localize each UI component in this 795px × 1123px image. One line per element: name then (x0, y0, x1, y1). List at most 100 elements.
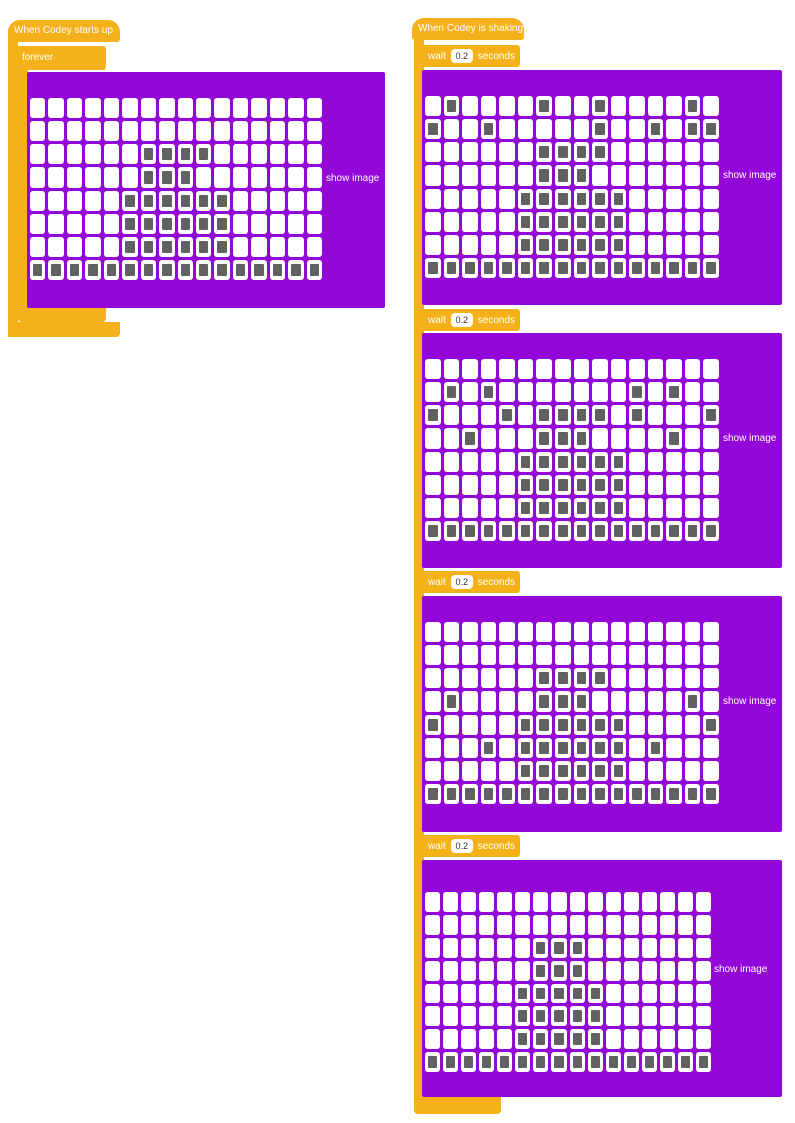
led-pixel-on[interactable] (623, 1052, 639, 1072)
led-pixel-off[interactable] (499, 760, 515, 781)
led-pixel-off[interactable] (647, 211, 664, 232)
led-pixel-off[interactable] (647, 359, 664, 380)
led-pixel-off[interactable] (425, 474, 441, 495)
led-pixel-on[interactable] (554, 737, 571, 758)
led-pixel-off[interactable] (85, 121, 101, 142)
led-pixel-on[interactable] (103, 259, 120, 280)
led-pixel-off[interactable] (195, 167, 212, 188)
led-pixel-on[interactable] (461, 1052, 477, 1072)
led-pixel-on[interactable] (554, 783, 571, 804)
led-pixel-off[interactable] (462, 645, 478, 666)
led-pixel-off[interactable] (666, 234, 682, 255)
led-pixel-off[interactable] (269, 213, 286, 234)
led-pixel-on[interactable] (536, 405, 552, 426)
led-pixel-on[interactable] (610, 760, 627, 781)
led-pixel-off[interactable] (592, 622, 608, 643)
led-pixel-on[interactable] (517, 188, 534, 209)
led-pixel-off[interactable] (677, 914, 693, 935)
led-pixel-off[interactable] (517, 382, 534, 403)
led-pixel-off[interactable] (641, 1029, 657, 1050)
led-pixel-off[interactable] (85, 144, 101, 165)
led-pixel-on[interactable] (140, 167, 157, 188)
led-pixel-off[interactable] (122, 167, 138, 188)
led-pixel-off[interactable] (684, 622, 701, 643)
led-pixel-off[interactable] (629, 622, 645, 643)
led-pixel-off[interactable] (641, 892, 657, 912)
led-pixel-off[interactable] (497, 960, 513, 981)
led-pixel-off[interactable] (695, 1006, 711, 1027)
led-pixel-off[interactable] (536, 359, 552, 380)
led-pixel-off[interactable] (443, 937, 459, 958)
led-pixel-off[interactable] (554, 119, 571, 140)
led-pixel-off[interactable] (647, 714, 664, 735)
led-pixel-off[interactable] (479, 1006, 495, 1027)
led-pixel-off[interactable] (659, 960, 675, 981)
led-pixel-off[interactable] (703, 142, 719, 163)
led-pixel-off[interactable] (629, 428, 645, 449)
led-pixel-on[interactable] (573, 234, 590, 255)
led-pixel-off[interactable] (462, 760, 478, 781)
led-pixel-off[interactable] (641, 960, 657, 981)
led-pixel-off[interactable] (288, 121, 304, 142)
led-pixel-off[interactable] (425, 451, 441, 472)
led-pixel-off[interactable] (30, 190, 46, 211)
led-pixel-on[interactable] (610, 188, 627, 209)
led-pixel-on[interactable] (703, 405, 719, 426)
led-pixel-off[interactable] (610, 382, 627, 403)
led-pixel-off[interactable] (177, 121, 193, 142)
led-pixel-off[interactable] (499, 359, 515, 380)
led-pixel-on[interactable] (569, 983, 585, 1004)
led-pixel-off[interactable] (703, 188, 719, 209)
led-pixel-off[interactable] (684, 234, 701, 255)
led-pixel-off[interactable] (288, 213, 304, 234)
led-pixel-on[interactable] (499, 405, 515, 426)
led-pixel-off[interactable] (695, 960, 711, 981)
led-pixel-on[interactable] (573, 405, 590, 426)
led-pixel-on[interactable] (443, 691, 460, 712)
led-pixel-on[interactable] (517, 497, 534, 518)
led-pixel-off[interactable] (677, 1006, 693, 1027)
led-pixel-on[interactable] (592, 737, 608, 758)
led-pixel-off[interactable] (647, 188, 664, 209)
led-pixel-off[interactable] (48, 121, 64, 142)
led-pixel-off[interactable] (573, 382, 590, 403)
led-pixel-off[interactable] (480, 622, 497, 643)
led-pixel-on[interactable] (554, 474, 571, 495)
led-pixel-on[interactable] (288, 259, 304, 280)
led-pixel-off[interactable] (443, 474, 460, 495)
led-pixel-off[interactable] (629, 142, 645, 163)
led-pixel-off[interactable] (647, 382, 664, 403)
led-pixel-off[interactable] (666, 668, 682, 689)
led-pixel-on[interactable] (573, 760, 590, 781)
led-pixel-on[interactable] (610, 234, 627, 255)
led-pixel-off[interactable] (587, 914, 603, 935)
led-pixel-off[interactable] (479, 1029, 495, 1050)
led-pixel-off[interactable] (499, 645, 515, 666)
led-pixel-on[interactable] (592, 96, 608, 117)
led-pixel-on[interactable] (592, 760, 608, 781)
led-pixel-off[interactable] (629, 760, 645, 781)
show-image-block[interactable]: show image (422, 860, 782, 1097)
led-pixel-off[interactable] (425, 960, 441, 981)
led-pixel-on[interactable] (592, 234, 608, 255)
led-pixel-on[interactable] (499, 257, 515, 278)
led-pixel-off[interactable] (462, 691, 478, 712)
led-pixel-off[interactable] (462, 96, 478, 117)
led-pixel-off[interactable] (30, 144, 46, 165)
led-pixel-off[interactable] (605, 914, 621, 935)
led-pixel-off[interactable] (480, 714, 497, 735)
led-pixel-off[interactable] (499, 382, 515, 403)
led-pixel-on[interactable] (592, 142, 608, 163)
led-pixel-off[interactable] (703, 622, 719, 643)
led-pixel-off[interactable] (214, 121, 230, 142)
led-pixel-off[interactable] (703, 737, 719, 758)
led-pixel-off[interactable] (499, 119, 515, 140)
led-pixel-on[interactable] (573, 520, 590, 541)
led-matrix-editor[interactable] (425, 359, 719, 541)
led-pixel-on[interactable] (122, 190, 138, 211)
led-pixel-off[interactable] (629, 211, 645, 232)
led-pixel-off[interactable] (425, 892, 441, 912)
led-pixel-on[interactable] (610, 451, 627, 472)
led-pixel-on[interactable] (177, 144, 193, 165)
led-pixel-off[interactable] (443, 760, 460, 781)
